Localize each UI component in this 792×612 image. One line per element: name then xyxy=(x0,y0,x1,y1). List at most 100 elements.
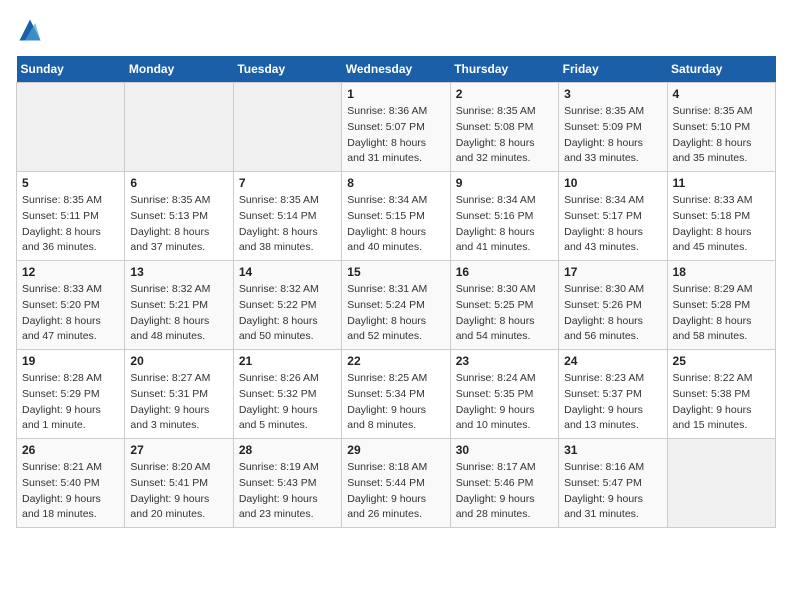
day-number: 17 xyxy=(564,265,661,279)
calendar-cell: 5 Sunrise: 8:35 AM Sunset: 5:11 PM Daylig… xyxy=(17,172,125,261)
column-header-monday: Monday xyxy=(125,56,233,83)
page-header xyxy=(16,16,776,44)
day-info: Sunrise: 8:27 AM Sunset: 5:31 PM Dayligh… xyxy=(130,371,227,434)
calendar-cell: 31Sunrise: 8:16 AM Sunset: 5:47 PM Dayli… xyxy=(559,439,667,528)
calendar-cell: 8 Sunrise: 8:34 AM Sunset: 5:15 PM Daylig… xyxy=(342,172,450,261)
calendar-cell: 12 Sunrise: 8:33 AM Sunset: 5:20 PM Dayli… xyxy=(17,261,125,350)
column-header-sunday: Sunday xyxy=(17,56,125,83)
calendar-cell: 30Sunrise: 8:17 AM Sunset: 5:46 PM Dayli… xyxy=(450,439,558,528)
calendar-cell: 4Sunrise: 8:35 AM Sunset: 5:10 PM Daylig… xyxy=(667,83,775,172)
calendar-cell: 3Sunrise: 8:35 AM Sunset: 5:09 PM Daylig… xyxy=(559,83,667,172)
calendar-cell: 22 Sunrise: 8:25 AM Sunset: 5:34 PM Dayli… xyxy=(342,350,450,439)
week-row-2: 5 Sunrise: 8:35 AM Sunset: 5:11 PM Daylig… xyxy=(17,172,776,261)
calendar-cell xyxy=(17,83,125,172)
day-info: Sunrise: 8:32 AM Sunset: 5:21 PM Dayligh… xyxy=(130,282,227,345)
day-info: Sunrise: 8:20 AM Sunset: 5:41 PM Dayligh… xyxy=(130,460,227,523)
day-number: 31 xyxy=(564,443,661,457)
day-number: 28 xyxy=(239,443,336,457)
column-header-friday: Friday xyxy=(559,56,667,83)
day-info: Sunrise: 8:25 AM Sunset: 5:34 PM Dayligh… xyxy=(347,371,444,434)
day-info: Sunrise: 8:33 AM Sunset: 5:18 PM Dayligh… xyxy=(673,193,770,256)
day-number: 14 xyxy=(239,265,336,279)
day-info: Sunrise: 8:22 AM Sunset: 5:38 PM Dayligh… xyxy=(673,371,770,434)
day-number: 23 xyxy=(456,354,553,368)
day-number: 21 xyxy=(239,354,336,368)
day-info: Sunrise: 8:30 AM Sunset: 5:26 PM Dayligh… xyxy=(564,282,661,345)
day-number: 9 xyxy=(456,176,553,190)
calendar-cell: 26 Sunrise: 8:21 AM Sunset: 5:40 PM Dayli… xyxy=(17,439,125,528)
day-number: 2 xyxy=(456,87,553,101)
day-info: Sunrise: 8:32 AM Sunset: 5:22 PM Dayligh… xyxy=(239,282,336,345)
day-number: 22 xyxy=(347,354,444,368)
week-row-5: 26 Sunrise: 8:21 AM Sunset: 5:40 PM Dayli… xyxy=(17,439,776,528)
calendar-cell: 11 Sunrise: 8:33 AM Sunset: 5:18 PM Dayli… xyxy=(667,172,775,261)
day-number: 27 xyxy=(130,443,227,457)
day-number: 8 xyxy=(347,176,444,190)
day-info: Sunrise: 8:18 AM Sunset: 5:44 PM Dayligh… xyxy=(347,460,444,523)
calendar-cell: 27 Sunrise: 8:20 AM Sunset: 5:41 PM Dayli… xyxy=(125,439,233,528)
column-header-tuesday: Tuesday xyxy=(233,56,341,83)
day-number: 1 xyxy=(347,87,444,101)
day-info: Sunrise: 8:24 AM Sunset: 5:35 PM Dayligh… xyxy=(456,371,553,434)
calendar-cell: 17 Sunrise: 8:30 AM Sunset: 5:26 PM Dayli… xyxy=(559,261,667,350)
day-number: 20 xyxy=(130,354,227,368)
calendar-cell: 18 Sunrise: 8:29 AM Sunset: 5:28 PM Dayli… xyxy=(667,261,775,350)
calendar-cell xyxy=(125,83,233,172)
calendar-cell: 10Sunrise: 8:34 AM Sunset: 5:17 PM Dayli… xyxy=(559,172,667,261)
day-info: Sunrise: 8:21 AM Sunset: 5:40 PM Dayligh… xyxy=(22,460,119,523)
week-row-3: 12 Sunrise: 8:33 AM Sunset: 5:20 PM Dayli… xyxy=(17,261,776,350)
calendar-cell: 14 Sunrise: 8:32 AM Sunset: 5:22 PM Dayli… xyxy=(233,261,341,350)
calendar-cell: 15Sunrise: 8:31 AM Sunset: 5:24 PM Dayli… xyxy=(342,261,450,350)
week-row-1: 1 Sunrise: 8:36 AM Sunset: 5:07 PM Daylig… xyxy=(17,83,776,172)
day-number: 26 xyxy=(22,443,119,457)
day-info: Sunrise: 8:35 AM Sunset: 5:08 PM Dayligh… xyxy=(456,104,553,167)
day-number: 19 xyxy=(22,354,119,368)
day-info: Sunrise: 8:19 AM Sunset: 5:43 PM Dayligh… xyxy=(239,460,336,523)
day-info: Sunrise: 8:31 AM Sunset: 5:24 PM Dayligh… xyxy=(347,282,444,345)
day-info: Sunrise: 8:29 AM Sunset: 5:28 PM Dayligh… xyxy=(673,282,770,345)
calendar-cell: 25 Sunrise: 8:22 AM Sunset: 5:38 PM Dayli… xyxy=(667,350,775,439)
day-info: Sunrise: 8:34 AM Sunset: 5:15 PM Dayligh… xyxy=(347,193,444,256)
day-number: 12 xyxy=(22,265,119,279)
day-number: 7 xyxy=(239,176,336,190)
column-header-saturday: Saturday xyxy=(667,56,775,83)
calendar-cell xyxy=(667,439,775,528)
day-info: Sunrise: 8:34 AM Sunset: 5:17 PM Dayligh… xyxy=(564,193,661,256)
logo xyxy=(16,16,48,44)
calendar-cell: 6 Sunrise: 8:35 AM Sunset: 5:13 PM Daylig… xyxy=(125,172,233,261)
day-number: 5 xyxy=(22,176,119,190)
logo-icon xyxy=(16,16,44,44)
day-info: Sunrise: 8:30 AM Sunset: 5:25 PM Dayligh… xyxy=(456,282,553,345)
day-number: 30 xyxy=(456,443,553,457)
calendar-cell: 16 Sunrise: 8:30 AM Sunset: 5:25 PM Dayli… xyxy=(450,261,558,350)
calendar-cell: 1 Sunrise: 8:36 AM Sunset: 5:07 PM Daylig… xyxy=(342,83,450,172)
day-info: Sunrise: 8:34 AM Sunset: 5:16 PM Dayligh… xyxy=(456,193,553,256)
day-number: 24 xyxy=(564,354,661,368)
calendar-cell: 21 Sunrise: 8:26 AM Sunset: 5:32 PM Dayli… xyxy=(233,350,341,439)
day-number: 25 xyxy=(673,354,770,368)
day-number: 13 xyxy=(130,265,227,279)
calendar-cell: 28 Sunrise: 8:19 AM Sunset: 5:43 PM Dayli… xyxy=(233,439,341,528)
day-number: 29 xyxy=(347,443,444,457)
day-info: Sunrise: 8:33 AM Sunset: 5:20 PM Dayligh… xyxy=(22,282,119,345)
day-info: Sunrise: 8:35 AM Sunset: 5:10 PM Dayligh… xyxy=(673,104,770,167)
week-row-4: 19 Sunrise: 8:28 AM Sunset: 5:29 PM Dayli… xyxy=(17,350,776,439)
calendar-cell: 2 Sunrise: 8:35 AM Sunset: 5:08 PM Daylig… xyxy=(450,83,558,172)
day-number: 18 xyxy=(673,265,770,279)
day-info: Sunrise: 8:36 AM Sunset: 5:07 PM Dayligh… xyxy=(347,104,444,167)
day-number: 6 xyxy=(130,176,227,190)
calendar-cell: 9 Sunrise: 8:34 AM Sunset: 5:16 PM Daylig… xyxy=(450,172,558,261)
day-info: Sunrise: 8:35 AM Sunset: 5:13 PM Dayligh… xyxy=(130,193,227,256)
day-info: Sunrise: 8:35 AM Sunset: 5:11 PM Dayligh… xyxy=(22,193,119,256)
calendar-header-row: SundayMondayTuesdayWednesdayThursdayFrid… xyxy=(17,56,776,83)
day-number: 16 xyxy=(456,265,553,279)
calendar-cell: 23 Sunrise: 8:24 AM Sunset: 5:35 PM Dayli… xyxy=(450,350,558,439)
day-info: Sunrise: 8:26 AM Sunset: 5:32 PM Dayligh… xyxy=(239,371,336,434)
day-info: Sunrise: 8:28 AM Sunset: 5:29 PM Dayligh… xyxy=(22,371,119,434)
day-info: Sunrise: 8:35 AM Sunset: 5:09 PM Dayligh… xyxy=(564,104,661,167)
calendar-cell xyxy=(233,83,341,172)
calendar-cell: 13 Sunrise: 8:32 AM Sunset: 5:21 PM Dayli… xyxy=(125,261,233,350)
calendar-cell: 20 Sunrise: 8:27 AM Sunset: 5:31 PM Dayli… xyxy=(125,350,233,439)
column-header-wednesday: Wednesday xyxy=(342,56,450,83)
day-number: 11 xyxy=(673,176,770,190)
